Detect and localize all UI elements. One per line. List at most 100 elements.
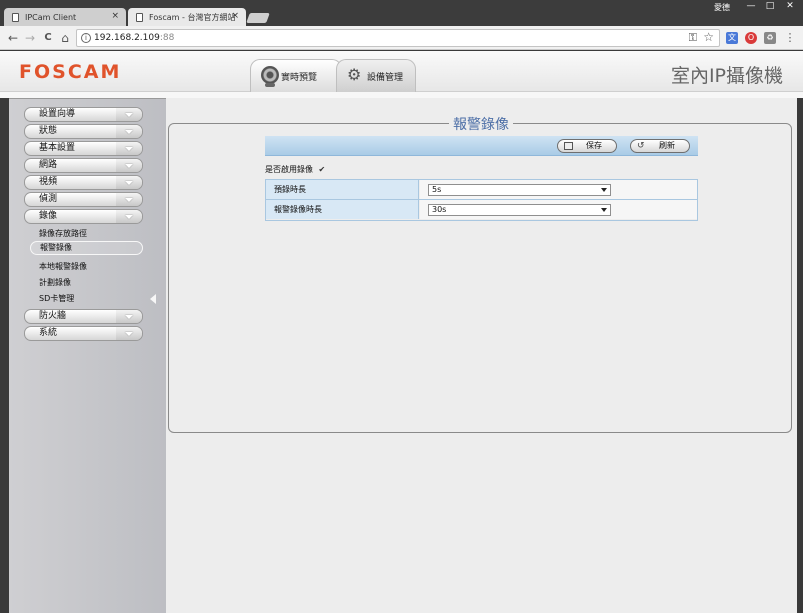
page-right-margin: [797, 98, 803, 613]
chevron-down-icon: [116, 142, 142, 155]
form-value-cell: 30s: [420, 200, 697, 219]
menu-label: 防火牆: [39, 311, 67, 321]
save-label: 保存: [586, 141, 602, 150]
refresh-icon: ↺: [637, 141, 645, 151]
chevron-down-icon: [116, 108, 142, 121]
product-title: 室內IP攝像機: [670, 65, 783, 87]
main-content-bottom: [166, 588, 797, 613]
url-text: 192.168.2.109:88: [94, 33, 175, 43]
alarm-record-duration-select[interactable]: 30s: [428, 204, 611, 216]
refresh-label: 刷新: [659, 141, 675, 150]
pre-record-select[interactable]: 5s: [428, 184, 611, 196]
dropdown-arrow-icon: [601, 208, 607, 212]
tab-title: Foscam - 台灣官方網站: [149, 12, 236, 22]
minimize-icon[interactable]: —: [743, 1, 759, 11]
gear-icon: ⚙: [347, 65, 362, 84]
chevron-down-icon: [116, 125, 142, 138]
close-window-icon[interactable]: ✕: [782, 1, 798, 11]
alarm-recording-panel: 報警錄像 保存 ↺ 刷新 是否啟用錄像 ✔ 預錄時長 5s 報警錄像時長 30s: [168, 114, 792, 433]
chevron-down-icon: [116, 176, 142, 189]
menu-label: 狀態: [39, 126, 58, 136]
menu-label: 設置向導: [39, 109, 76, 119]
menu-video[interactable]: 視頻: [24, 175, 143, 190]
dropdown-arrow-icon: [601, 188, 607, 192]
enable-recording-label: 是否啟用錄像: [265, 165, 313, 174]
enable-recording-row: 是否啟用錄像 ✔: [265, 164, 327, 175]
back-icon[interactable]: ←: [5, 30, 21, 46]
opera-extension-icon[interactable]: O: [745, 32, 757, 44]
menu-network[interactable]: 網路: [24, 158, 143, 173]
menu-recording[interactable]: 錄像: [24, 209, 143, 224]
section-title: 報警錄像: [449, 114, 513, 134]
menu-label: 偵測: [39, 194, 58, 204]
sidebar-item-scheduled-recording[interactable]: 計劃錄像: [39, 277, 71, 288]
menu-status[interactable]: 狀態: [24, 124, 143, 139]
nav-device-management[interactable]: ⚙ 設備管理: [336, 59, 416, 92]
browser-menu-icon[interactable]: ⋮: [782, 30, 798, 46]
nav-label: 設備管理: [367, 72, 404, 83]
tab-title: IPCam Client: [25, 12, 77, 22]
menu-label: 視頻: [39, 177, 58, 187]
page-left-margin: [0, 98, 9, 613]
browser-tab-foscam[interactable]: Foscam - 台灣官方網站 ×: [128, 8, 246, 26]
menu-system[interactable]: 系統: [24, 326, 143, 341]
menu-label: 錄像: [39, 211, 58, 221]
forward-icon[interactable]: →: [22, 30, 38, 46]
key-icon[interactable]: ⚿: [689, 31, 697, 45]
info-icon[interactable]: i: [81, 33, 91, 43]
page-icon: [136, 12, 143, 22]
browser-titlebar: IPCam Client × Foscam - 台灣官方網站 × 愛德 — □ …: [0, 0, 803, 26]
profile-name[interactable]: 愛德: [714, 2, 730, 13]
webcam-page: FOSCAM 實時預覽 ⚙ 設備管理 室內IP攝像機 設置向導 狀態 基本設置 …: [0, 51, 803, 613]
save-button[interactable]: 保存: [557, 139, 617, 153]
close-tab-icon[interactable]: ×: [231, 11, 239, 21]
foscam-logo: FOSCAM: [19, 61, 122, 83]
refresh-button[interactable]: ↺ 刷新: [630, 139, 690, 153]
sidebar-item-recording-path[interactable]: 錄像存放路徑: [39, 228, 87, 239]
nav-label: 實時預覽: [281, 72, 318, 83]
main-content: 報警錄像 保存 ↺ 刷新 是否啟用錄像 ✔ 預錄時長 5s 報警錄像時長 30s: [166, 98, 797, 588]
bookmark-star-icon[interactable]: ☆: [703, 30, 714, 44]
home-icon[interactable]: ⌂: [57, 30, 73, 46]
browser-toolbar: ← → C ⌂ i 192.168.2.109:88 ⚿ ☆ 文 O ♻ ⋮: [0, 26, 803, 50]
nav-live-preview[interactable]: 實時預覽: [250, 59, 342, 92]
alarm-record-duration-label: 報警錄像時長: [266, 200, 419, 219]
table-row: 預錄時長 5s: [266, 180, 697, 200]
settings-sidebar: 設置向導 狀態 基本設置 網路 視頻 偵測 錄像 錄像存放路徑 報警錄像 本地報…: [9, 98, 166, 613]
page-header: FOSCAM 實時預覽 ⚙ 設備管理 室內IP攝像機: [0, 51, 803, 92]
menu-label: 系統: [39, 328, 58, 338]
menu-basic-settings[interactable]: 基本設置: [24, 141, 143, 156]
select-value: 30s: [432, 205, 447, 214]
select-value: 5s: [432, 185, 442, 194]
recording-settings-table: 預錄時長 5s 報警錄像時長 30s: [265, 179, 698, 221]
menu-detection[interactable]: 偵測: [24, 192, 143, 207]
save-icon: [564, 142, 573, 150]
chevron-down-icon: [116, 310, 142, 323]
sidebar-item-sd-card[interactable]: SD卡管理: [39, 293, 74, 304]
browser-tab-ipcam[interactable]: IPCam Client ×: [4, 8, 126, 26]
reload-icon[interactable]: C: [40, 30, 56, 46]
settings-extension-icon[interactable]: ♻: [764, 32, 776, 44]
menu-label: 網路: [39, 160, 58, 170]
action-bar: 保存 ↺ 刷新: [265, 136, 698, 156]
chevron-down-icon: [116, 210, 142, 223]
maximize-icon[interactable]: □: [762, 1, 778, 11]
camera-icon: [261, 66, 279, 87]
chevron-down-icon: [116, 159, 142, 172]
close-tab-icon[interactable]: ×: [111, 11, 119, 21]
page-icon: [12, 12, 19, 22]
translate-extension-icon[interactable]: 文: [726, 32, 738, 44]
form-value-cell: 5s: [420, 180, 697, 199]
menu-label: 基本設置: [39, 143, 76, 153]
menu-firewall[interactable]: 防火牆: [24, 309, 143, 324]
chevron-down-icon: [116, 193, 142, 206]
pre-record-label: 預錄時長: [266, 180, 419, 199]
address-bar[interactable]: i 192.168.2.109:88 ⚿ ☆: [76, 29, 720, 47]
chevron-down-icon: [116, 327, 142, 340]
table-row: 報警錄像時長 30s: [266, 200, 697, 220]
enable-recording-checkbox[interactable]: ✔: [319, 166, 327, 174]
sidebar-item-local-alarm-recording[interactable]: 本地報警錄像: [39, 261, 87, 272]
sidebar-item-alarm-recording[interactable]: 報警錄像: [30, 241, 143, 255]
menu-setup-wizard[interactable]: 設置向導: [24, 107, 143, 122]
new-tab-button[interactable]: [246, 13, 270, 23]
